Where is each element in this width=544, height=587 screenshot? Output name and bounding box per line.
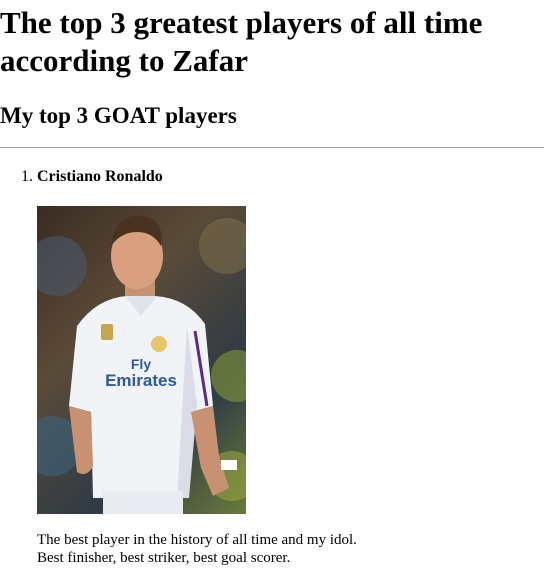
page-subtitle: My top 3 GOAT players [0,103,237,128]
page: The top 3 greatest players of all time a… [0,0,544,587]
player-description: The best player in the history of all ti… [37,531,544,567]
players-list: Cristiano Ronaldo [0,167,544,567]
page-title: The top 3 greatest players of all time a… [0,5,483,78]
description-line-2: Best finisher, best striker, best goal s… [37,550,291,566]
player-photo: Fly Emirates [37,206,246,514]
svg-text:Emirates: Emirates [105,371,177,390]
list-item: Cristiano Ronaldo [37,167,544,567]
player-name: Cristiano Ronaldo [37,168,163,185]
svg-text:Fly: Fly [131,356,151,372]
divider [0,147,544,148]
description-line-1: The best player in the history of all ti… [37,532,357,548]
